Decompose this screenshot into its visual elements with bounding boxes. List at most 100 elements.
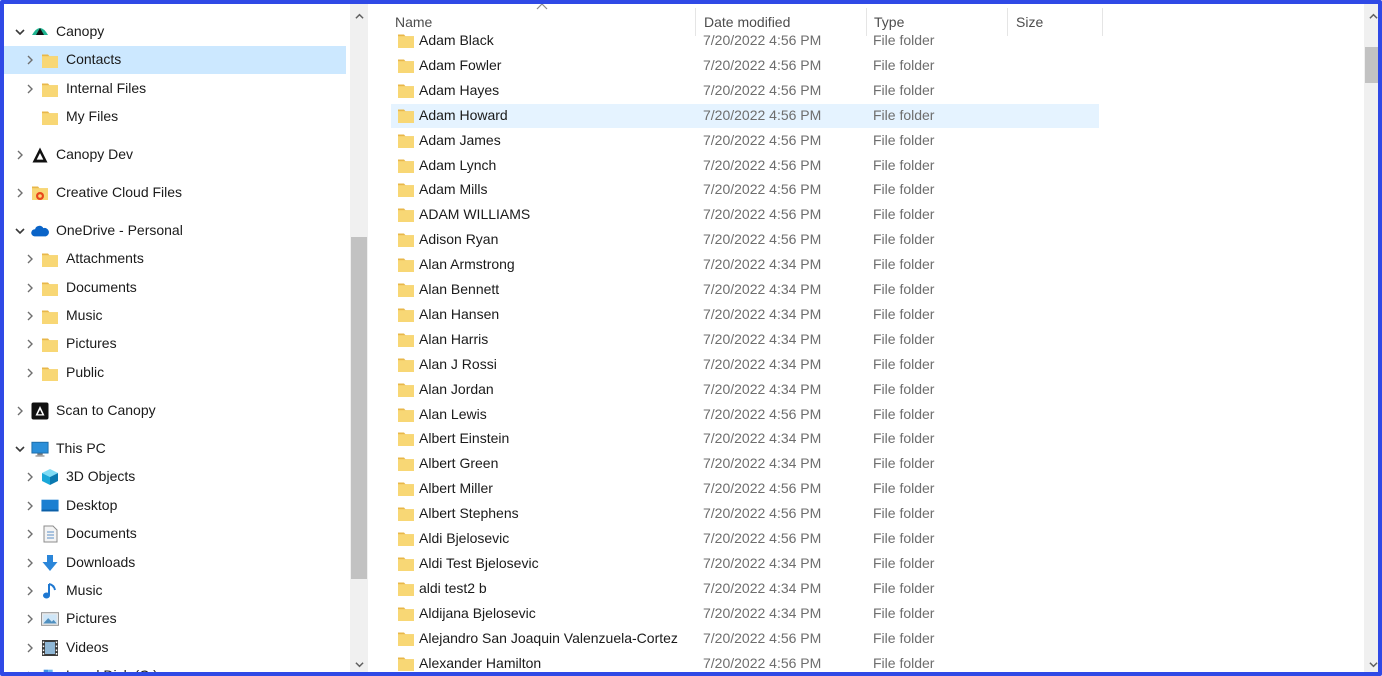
file-row[interactable]: Alan Lewis 7/20/2022 4:56 PM File folder [391,403,1099,427]
file-row[interactable]: Adam Lynch 7/20/2022 4:56 PM File folder [391,154,1099,178]
file-row[interactable]: Adam James 7/20/2022 4:56 PM File folder [391,129,1099,153]
file-list-scrollbar[interactable] [1364,4,1378,672]
nav-item-internal-files[interactable]: Internal Files [4,75,346,103]
file-row[interactable]: aldi test2 b 7/20/2022 4:34 PM File folder [391,577,1099,601]
file-list-scrollbar-thumb[interactable] [1365,47,1378,83]
file-date-modified: 7/20/2022 4:56 PM [703,156,822,173]
nav-item-contacts[interactable]: Contacts [4,46,346,74]
column-divider[interactable] [1102,8,1103,36]
nav-item-scan-to-canopy[interactable]: Scan to Canopy [4,397,346,425]
file-row[interactable]: Albert Miller 7/20/2022 4:56 PM File folde… [391,477,1099,501]
file-row[interactable]: Albert Einstein 7/20/2022 4:34 PM File fol… [391,427,1099,451]
chevron-right-icon[interactable] [22,336,38,352]
nav-item-pictures[interactable]: Pictures [4,605,346,633]
file-row[interactable]: Adam Fowler 7/20/2022 4:56 PM File folder [391,54,1099,78]
chevron-down-icon[interactable] [12,223,28,239]
scroll-up-arrow-icon[interactable] [350,8,368,24]
nav-item-music[interactable]: Music [4,302,346,330]
file-type: File folder [873,579,935,596]
file-row[interactable]: Adam Howard 7/20/2022 4:56 PM File folder [391,103,1099,128]
file-row[interactable]: Alan Harris 7/20/2022 4:34 PM File folder [391,328,1099,352]
chevron-right-icon[interactable] [12,403,28,419]
nav-item-3d-objects[interactable]: 3D Objects [4,463,346,491]
file-row[interactable]: Alan Armstrong 7/20/2022 4:34 PM File fold… [391,253,1099,277]
file-row[interactable]: Adam Mills 7/20/2022 4:56 PM File folder [391,178,1099,202]
file-date-modified: 7/20/2022 4:34 PM [703,256,822,273]
nav-item-my-files[interactable]: My Files [4,103,346,131]
file-name: Adam Howard [419,106,508,123]
nav-item-this-pc[interactable]: This PC [4,435,346,463]
chevron-right-icon[interactable] [22,469,38,485]
nav-item-onedrive-personal[interactable]: OneDrive - Personal [4,217,346,245]
chevron-down-icon[interactable] [12,24,28,40]
chevron-right-icon[interactable] [22,640,38,656]
navigation-scrollbar-thumb[interactable] [351,237,367,579]
nav-item-canopy[interactable]: Canopy [4,18,346,46]
file-type: File folder [873,430,935,447]
folder-icon [397,480,415,497]
folder-icon [41,279,59,297]
file-row[interactable]: Aldi Bjelosevic 7/20/2022 4:56 PM File fol… [391,527,1099,551]
chevron-right-icon[interactable] [22,365,38,381]
file-row[interactable]: Alan J Rossi 7/20/2022 4:34 PM File folder [391,353,1099,377]
nav-item-music[interactable]: Music [4,577,346,605]
file-name: Alan Hansen [419,305,500,322]
nav-item-attachments[interactable]: Attachments [4,245,346,273]
file-type: File folder [873,181,935,198]
scroll-down-arrow-icon[interactable] [350,656,368,672]
file-row[interactable]: ADAM WILLIAMS 7/20/2022 4:56 PM File folde… [391,203,1099,227]
documents-icon [41,525,59,543]
file-name: Albert Green [419,455,499,472]
nav-item-public[interactable]: Public [4,359,346,387]
file-row[interactable]: Alan Bennett 7/20/2022 4:34 PM File folder [391,278,1099,302]
file-row[interactable]: Aldijana Bjelosevic 7/20/2022 4:34 PM File… [391,602,1099,626]
nav-item-canopy-dev[interactable]: Canopy Dev [4,141,346,169]
folder-icon [397,157,415,174]
file-name: Adam Mills [419,181,488,198]
chevron-right-icon[interactable] [12,147,28,163]
chevron-down-icon[interactable] [12,441,28,457]
nav-item-label: Music [66,582,103,598]
nav-item-label: Videos [66,639,109,655]
chevron-right-icon[interactable] [22,555,38,571]
chevron-right-icon[interactable] [22,52,38,68]
scroll-up-arrow-icon[interactable] [1364,8,1378,24]
chevron-right-icon[interactable] [22,611,38,627]
file-row[interactable]: Adam Hayes 7/20/2022 4:56 PM File folder [391,79,1099,103]
folder-icon [41,307,59,325]
chevron-right-icon[interactable] [22,526,38,542]
chevron-right-icon[interactable] [22,668,38,672]
file-row[interactable]: Alan Hansen 7/20/2022 4:34 PM File folder [391,303,1099,327]
file-row[interactable]: Alexander Hamilton 7/20/2022 4:56 PM File … [391,652,1099,673]
nav-item-documents[interactable]: Documents [4,274,346,302]
file-row[interactable]: Aldi Test Bjelosevic 7/20/2022 4:34 PM Fil… [391,552,1099,576]
chevron-right-icon[interactable] [22,583,38,599]
chevron-right-icon[interactable] [22,81,38,97]
navigation-pane-scrollbar[interactable] [350,4,368,672]
file-date-modified: 7/20/2022 4:56 PM [703,56,822,73]
file-row[interactable]: Albert Green 7/20/2022 4:34 PM File folder [391,452,1099,476]
file-row[interactable]: Albert Stephens 7/20/2022 4:56 PM File fol… [391,502,1099,526]
file-row[interactable]: Alan Jordan 7/20/2022 4:34 PM File folder [391,378,1099,402]
scroll-down-arrow-icon[interactable] [1364,656,1378,672]
chevron-right-icon[interactable] [22,308,38,324]
nav-item-local-disk-c[interactable]: Local Disk (C:) [4,662,346,672]
nav-item-creative-cloud-files[interactable]: Creative Cloud Files [4,179,346,207]
file-row[interactable]: Alejandro San Joaquin Valenzuela-Cortez 7… [391,627,1099,651]
file-date-modified: 7/20/2022 4:34 PM [703,305,822,322]
file-row[interactable]: Adison Ryan 7/20/2022 4:56 PM File folder [391,228,1099,252]
file-date-modified: 7/20/2022 4:34 PM [703,554,822,571]
nav-item-documents[interactable]: Documents [4,520,346,548]
nav-item-desktop[interactable]: Desktop [4,492,346,520]
chevron-right-icon[interactable] [12,185,28,201]
folder-icon [41,335,59,353]
file-row[interactable]: Adam Black 7/20/2022 4:56 PM File folder [391,29,1099,53]
file-name: Adam Lynch [419,156,497,173]
nav-item-pictures[interactable]: Pictures [4,330,346,358]
chevron-right-icon[interactable] [22,498,38,514]
nav-item-downloads[interactable]: Downloads [4,549,346,577]
chevron-right-icon[interactable] [22,280,38,296]
nav-item-videos[interactable]: Videos [4,634,346,662]
folder-icon [397,655,415,672]
chevron-right-icon[interactable] [22,251,38,267]
